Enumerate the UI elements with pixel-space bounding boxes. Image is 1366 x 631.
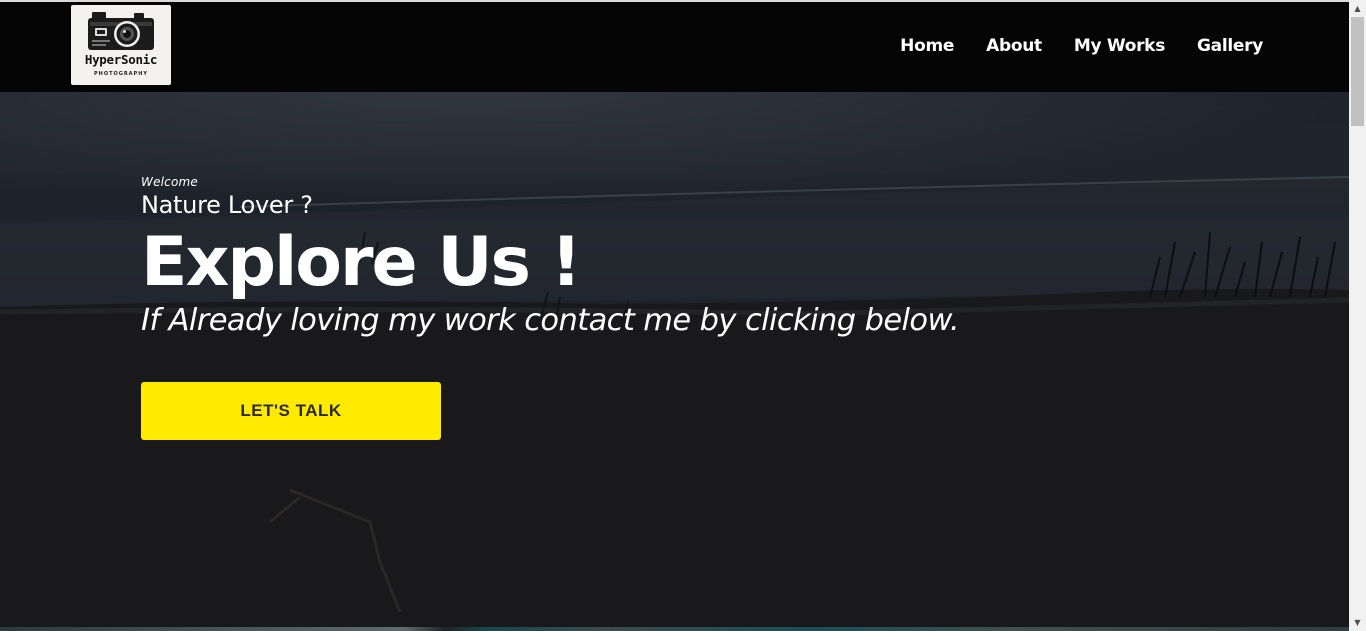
camera-icon (88, 12, 154, 50)
navbar: HyperSonic PHOTOGRAPHY Home About My Wor… (0, 2, 1349, 92)
nav-about-link[interactable]: About (986, 36, 1042, 56)
nav-gallery-link[interactable]: Gallery (1197, 36, 1263, 56)
nav-my-works-link[interactable]: My Works (1074, 36, 1165, 56)
scrollbar-thumb[interactable] (1351, 17, 1364, 126)
nav-home-link[interactable]: Home (900, 36, 954, 56)
logo-text: HyperSonic (84, 52, 158, 67)
hero-background-image (0, 176, 1349, 627)
main-nav: Home About My Works Gallery (900, 36, 1263, 56)
hero-tagline: Nature Lover ? (141, 191, 313, 219)
site-logo[interactable]: HyperSonic PHOTOGRAPHY (71, 5, 171, 85)
scroll-down-arrow-icon[interactable]: ▼ (1349, 614, 1366, 631)
hero-headline: Explore Us ! (141, 223, 582, 302)
welcome-text: Welcome (141, 175, 198, 189)
logo-subtext: PHOTOGRAPHY (93, 71, 149, 77)
scroll-up-arrow-icon[interactable]: ▲ (1349, 0, 1366, 17)
hero-section: Welcome Nature Lover ? Explore Us ! If A… (0, 92, 1349, 627)
page-scrollbar[interactable]: ▲ ▼ (1349, 0, 1366, 631)
hero-subline: If Already loving my work contact me by … (141, 303, 960, 338)
next-section-preview (0, 627, 1349, 631)
lets-talk-button[interactable]: LET'S TALK (141, 382, 441, 440)
hero-content: Welcome Nature Lover ? Explore Us ! If A… (141, 175, 960, 343)
